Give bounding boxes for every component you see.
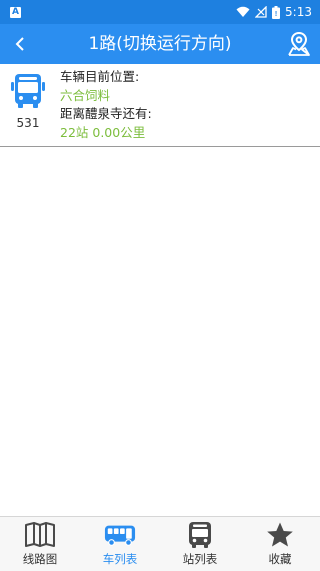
star-icon xyxy=(267,522,293,547)
app-bar: 1路(切换运行方向) xyxy=(0,24,320,64)
notification-icon: A xyxy=(10,6,21,18)
bus-badge: 531 xyxy=(6,72,50,138)
battery-icon: ! xyxy=(272,5,281,19)
map-button[interactable] xyxy=(284,29,314,59)
status-time: 5:13 xyxy=(285,5,312,19)
tab-station-list[interactable]: 站列表 xyxy=(160,517,240,571)
status-bar: A ! 5:13 xyxy=(0,0,320,24)
tab-route-map[interactable]: 线路图 xyxy=(0,517,80,571)
chevron-left-icon xyxy=(15,37,24,51)
bottom-tab-bar: 线路图 车列表 站列表 收藏 xyxy=(0,516,320,571)
bus-front-icon xyxy=(11,74,45,108)
bus-number: 531 xyxy=(16,116,40,130)
tab-label-station-list: 站列表 xyxy=(182,552,218,566)
vehicle-list-item[interactable]: 531 车辆目前位置: 六合饲料 距离醴泉寺还有: 22站 0.00公里 xyxy=(0,64,320,147)
tab-favorites[interactable]: 收藏 xyxy=(240,517,320,571)
tab-label-route-map: 线路图 xyxy=(22,552,58,566)
no-signal-icon xyxy=(255,6,267,18)
distance-label: 距离醴泉寺还有: xyxy=(60,106,152,121)
wifi-icon xyxy=(236,6,250,17)
bus-front-icon xyxy=(189,522,211,548)
tab-vehicle-list[interactable]: 车列表 xyxy=(80,517,160,571)
map-book-icon xyxy=(25,522,55,547)
bus-side-icon xyxy=(104,525,136,546)
tab-label-favorites: 收藏 xyxy=(268,552,292,566)
vehicle-info: 车辆目前位置: 六合饲料 距离醴泉寺还有: 22站 0.00公里 xyxy=(60,68,152,142)
tab-label-vehicle-list: 车列表 xyxy=(102,552,138,566)
map-pin-icon xyxy=(288,31,310,56)
back-button[interactable] xyxy=(6,30,34,58)
route-direction-title[interactable]: 1路(切换运行方向) xyxy=(40,24,280,64)
current-position-value: 六合饲料 xyxy=(60,87,111,103)
current-position-label: 车辆目前位置: xyxy=(60,69,140,84)
distance-value: 22站 0.00公里 xyxy=(60,124,146,140)
svg-text:!: ! xyxy=(275,11,277,18)
